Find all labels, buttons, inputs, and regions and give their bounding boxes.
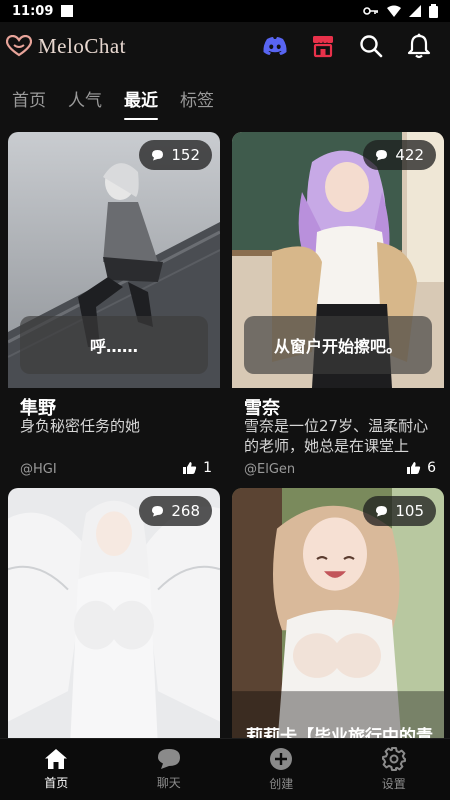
notifications-button[interactable] <box>406 33 432 59</box>
chat-bubble-icon <box>376 150 388 161</box>
key-icon <box>363 7 378 15</box>
message-count: 105 <box>363 496 436 526</box>
message-count: 268 <box>139 496 212 526</box>
gear-icon <box>381 747 406 771</box>
character-card[interactable]: 105 莉莉卡【毕业旅行中的青 <box>232 488 444 738</box>
message-count-value: 422 <box>395 146 424 164</box>
character-description: 身负秘密任务的她 <box>20 417 141 435</box>
tab-recent[interactable]: 最近 <box>124 80 158 120</box>
message-count: 422 <box>363 140 436 170</box>
message-count-value: 105 <box>395 502 424 520</box>
thumbs-up-icon <box>407 462 421 474</box>
battery-icon <box>429 4 438 18</box>
like-button[interactable]: 1 <box>182 460 212 476</box>
nav-home-label: 首页 <box>44 776 69 790</box>
nav-settings-label: 设置 <box>381 777 406 791</box>
add-circle-icon <box>270 748 293 770</box>
search-icon <box>360 35 383 58</box>
status-bar: 11:09 <box>0 0 450 22</box>
nav-home[interactable]: 首页 <box>0 739 113 800</box>
nav-create[interactable]: 创建 <box>225 739 338 800</box>
category-tabs: 首页 人气 最近 标签 <box>0 80 450 120</box>
message-count-value: 268 <box>171 502 200 520</box>
chat-bubble-icon <box>152 150 164 161</box>
character-card[interactable]: 422 从窗户开始擦吧。 雪奈 雪奈是一位27岁、温柔耐心的老师，她总是在课堂上… <box>232 132 444 480</box>
greeting-bubble: 从窗户开始擦吧。 <box>244 316 432 374</box>
app-name: MeloChat <box>38 33 126 58</box>
nav-chat-label: 聊天 <box>156 776 181 790</box>
status-time: 11:09 <box>12 3 54 19</box>
greeting-bubble: 呼…… <box>20 316 208 374</box>
notification-icon <box>61 5 74 17</box>
character-description: 雪奈是一位27岁、温柔耐心的老师，她总是在课堂上 <box>244 417 429 455</box>
nav-create-label: 创建 <box>269 777 294 791</box>
nav-chat[interactable]: 聊天 <box>113 739 226 800</box>
tab-popular[interactable]: 人气 <box>68 80 102 120</box>
store-icon <box>312 36 334 58</box>
thumbs-up-icon <box>183 462 197 474</box>
like-count: 6 <box>427 460 436 476</box>
heart-logo-icon <box>6 35 32 57</box>
discord-icon <box>263 37 287 55</box>
character-card[interactable]: 152 呼…… 隼野 身负秘密任务的她 @HGI 1 <box>8 132 220 480</box>
status-icons <box>363 4 438 18</box>
home-icon <box>45 749 68 769</box>
signal-icon <box>409 5 421 17</box>
character-name: 莉莉卡【毕业旅行中的青 <box>246 727 433 738</box>
bottom-navigation: 首页 聊天 创建 设置 <box>0 738 450 800</box>
character-grid: 152 呼…… 隼野 身负秘密任务的她 @HGI 1 422 从窗户开始擦吧。 … <box>0 130 450 738</box>
app-bar: MeloChat <box>0 22 450 70</box>
nav-settings[interactable]: 设置 <box>338 739 450 800</box>
chat-bubble-icon <box>152 506 164 517</box>
brand: MeloChat <box>6 34 126 59</box>
chat-icon <box>157 749 180 769</box>
app-bar-actions <box>262 33 446 59</box>
tab-tags[interactable]: 标签 <box>180 80 214 120</box>
character-card[interactable]: 268 <box>8 488 220 738</box>
like-count: 1 <box>203 460 212 476</box>
wifi-icon <box>387 5 401 17</box>
bell-icon <box>407 33 431 59</box>
like-button[interactable]: 6 <box>406 460 436 476</box>
tab-home[interactable]: 首页 <box>12 80 46 120</box>
store-button[interactable] <box>310 33 336 59</box>
search-button[interactable] <box>358 33 384 59</box>
author-handle[interactable]: @ElGen <box>244 462 295 477</box>
discord-button[interactable] <box>262 33 288 59</box>
message-count-value: 152 <box>171 146 200 164</box>
author-handle[interactable]: @HGI <box>20 462 57 477</box>
message-count: 152 <box>139 140 212 170</box>
chat-bubble-icon <box>376 506 388 517</box>
